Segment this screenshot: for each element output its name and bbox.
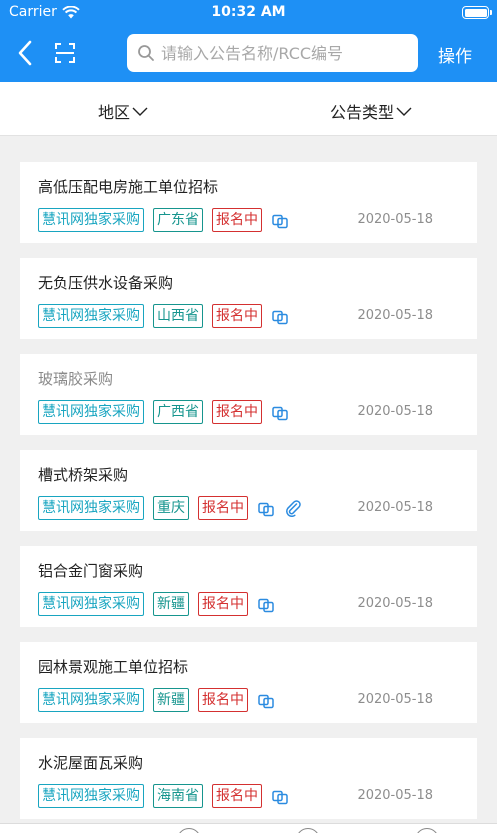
copy-icon[interactable]: [271, 403, 289, 421]
announcement-title: 玻璃胶采购: [38, 370, 114, 388]
search-box[interactable]: [127, 34, 418, 72]
source-tag: 慧讯网独家采购: [38, 592, 144, 616]
announcement-card[interactable]: 水泥屋面瓦采购慧讯网独家采购 海南省 报名中 2020-05-18: [20, 738, 477, 819]
announcement-date: 2020-05-18: [357, 692, 433, 707]
clock: 10:32 AM: [211, 4, 286, 20]
announcement-date: 2020-05-18: [357, 788, 433, 803]
source-tag: 慧讯网独家采购: [38, 688, 144, 712]
announcement-card[interactable]: 槽式桥架采购慧讯网独家采购 重庆 报名中 2020-05-18: [20, 450, 477, 531]
status-tag: 报名中: [212, 304, 262, 328]
copy-icon[interactable]: [271, 211, 289, 229]
status-tag: 报名中: [198, 592, 248, 616]
tab-icon[interactable]: [415, 828, 439, 833]
announcement-date: 2020-05-18: [357, 596, 433, 611]
tag-row: 慧讯网独家采购 广东省 报名中: [38, 208, 289, 232]
tag-row: 慧讯网独家采购 广西省 报名中: [38, 400, 289, 424]
status-tag: 报名中: [198, 688, 248, 712]
region-filter-label: 地区: [98, 103, 131, 122]
announcement-card[interactable]: 高低压配电房施工单位招标慧讯网独家采购 广东省 报名中 2020-05-18: [20, 162, 477, 243]
announcement-date: 2020-05-18: [357, 308, 433, 323]
region-tag: 海南省: [153, 784, 203, 808]
source-tag: 慧讯网独家采购: [38, 496, 144, 520]
status-tag: 报名中: [212, 784, 262, 808]
region-tag: 新疆: [153, 688, 189, 712]
region-tag: 广东省: [153, 208, 203, 232]
region-filter[interactable]: 地区: [98, 99, 148, 123]
nav-bar: 操作: [0, 26, 497, 82]
region-tag: 重庆: [153, 496, 189, 520]
copy-icon[interactable]: [271, 307, 289, 325]
announcement-date: 2020-05-18: [357, 500, 433, 515]
tab-bar: [0, 823, 497, 833]
copy-icon[interactable]: [257, 499, 275, 517]
status-tag: 报名中: [212, 208, 262, 232]
attachment-icon[interactable]: [284, 499, 302, 518]
announcement-date: 2020-05-18: [357, 212, 433, 227]
source-tag: 慧讯网独家采购: [38, 208, 144, 232]
announcement-card[interactable]: 铝合金门窗采购慧讯网独家采购 新疆 报名中 2020-05-18: [20, 546, 477, 627]
source-tag: 慧讯网独家采购: [38, 400, 144, 424]
region-tag: 广西省: [153, 400, 203, 424]
copy-icon[interactable]: [257, 691, 275, 709]
source-tag: 慧讯网独家采购: [38, 784, 144, 808]
announcement-title: 高低压配电房施工单位招标: [38, 178, 219, 196]
tag-row: 慧讯网独家采购 重庆 报名中: [38, 496, 302, 520]
chevron-down-icon: [132, 107, 148, 116]
copy-icon[interactable]: [257, 595, 275, 613]
tag-row: 慧讯网独家采购 新疆 报名中: [38, 592, 275, 616]
tag-row: 慧讯网独家采购 海南省 报名中: [38, 784, 289, 808]
chevron-down-icon: [396, 107, 412, 116]
region-tag: 新疆: [153, 592, 189, 616]
filter-bar: 地区 公告类型: [0, 82, 497, 136]
region-tag: 山西省: [153, 304, 203, 328]
tab-icon[interactable]: [177, 828, 201, 833]
status-tag: 报名中: [212, 400, 262, 424]
announcement-title: 园林景观施工单位招标: [38, 658, 189, 676]
back-icon[interactable]: [12, 38, 42, 68]
announcement-card[interactable]: 玻璃胶采购慧讯网独家采购 广西省 报名中 2020-05-18: [20, 354, 477, 435]
announcement-card[interactable]: 无负压供水设备采购慧讯网独家采购 山西省 报名中 2020-05-18: [20, 258, 477, 339]
action-button[interactable]: 操作: [438, 42, 472, 67]
search-icon: [138, 45, 154, 61]
announcement-title: 铝合金门窗采购: [38, 562, 144, 580]
status-tag: 报名中: [198, 496, 248, 520]
announcement-card[interactable]: 园林景观施工单位招标慧讯网独家采购 新疆 报名中 2020-05-18: [20, 642, 477, 723]
status-bar: Carrier 10:32 AM: [0, 0, 497, 26]
battery-icon: [462, 6, 492, 19]
announcement-date: 2020-05-18: [357, 404, 433, 419]
search-input[interactable]: [161, 43, 411, 63]
tag-row: 慧讯网独家采购 新疆 报名中: [38, 688, 275, 712]
type-filter[interactable]: 公告类型: [330, 99, 412, 123]
announcement-title: 无负压供水设备采购: [38, 274, 174, 292]
source-tag: 慧讯网独家采购: [38, 304, 144, 328]
scan-icon[interactable]: [50, 38, 80, 68]
announcement-title: 水泥屋面瓦采购: [38, 754, 144, 772]
announcement-title: 槽式桥架采购: [38, 466, 129, 484]
tag-row: 慧讯网独家采购 山西省 报名中: [38, 304, 289, 328]
tab-icon[interactable]: [296, 828, 320, 833]
type-filter-label: 公告类型: [330, 103, 395, 122]
copy-icon[interactable]: [271, 787, 289, 805]
